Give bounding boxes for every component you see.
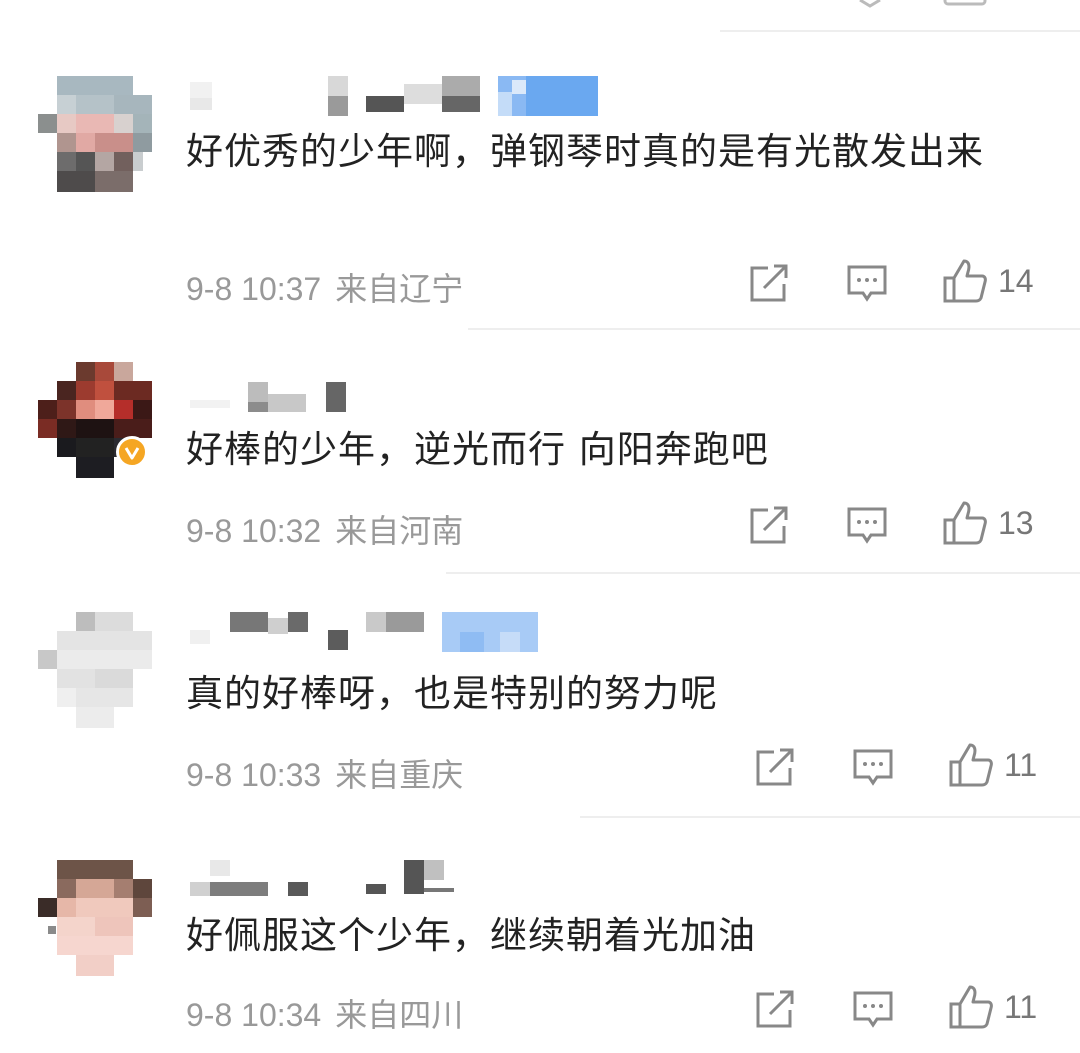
comment-item: 好棒的少年，逆光而行 向阳奔跑吧 9-8 10:32 来自河南 13	[0, 362, 1080, 572]
verified-badge-icon	[116, 436, 148, 468]
comment-icon	[847, 265, 887, 302]
comment-location: 来自河南	[335, 512, 464, 550]
share-icon	[756, 748, 794, 786]
comment-item: 真的好棒呀，也是特别的努力呢 9-8 10:33 来自重庆 11	[0, 612, 1080, 812]
like-count: 11	[1004, 988, 1038, 1025]
comment-meta: 9-8 10:37 来自辽宁	[186, 264, 463, 310]
username-blurred[interactable]	[190, 76, 610, 116]
comment-text: 好棒的少年，逆光而行 向阳奔跑吧	[186, 428, 769, 471]
reply-button[interactable]	[852, 990, 894, 1030]
reply-button[interactable]	[846, 506, 888, 546]
share-button[interactable]	[754, 990, 796, 1030]
share-button[interactable]	[754, 748, 796, 788]
comment-text: 真的好棒呀，也是特别的努力呢	[186, 672, 718, 715]
like-count: 13	[998, 504, 1034, 541]
comment-item: 好优秀的少年啊，弹钢琴时真的是有光散发出来 9-8 10:37 来自辽宁 14	[0, 76, 1080, 332]
comment-meta: 9-8 10:33 来自重庆	[186, 750, 463, 796]
thumbs-up-icon	[949, 743, 993, 787]
share-icon	[750, 264, 788, 302]
reply-button[interactable]	[852, 748, 894, 788]
comment-location: 来自四川	[335, 996, 464, 1034]
avatar[interactable]	[38, 76, 154, 192]
comment-text: 好优秀的少年啊，弹钢琴时真的是有光散发出来	[186, 130, 984, 173]
comment-item: 好佩服这个少年，继续朝着光加油 9-8 10:34 来自四川 11	[0, 860, 1080, 1053]
divider	[446, 572, 1080, 574]
comment-time: 9-8 10:34	[186, 997, 322, 1033]
like-button[interactable]: 11	[948, 742, 1037, 788]
username-blurred[interactable]	[190, 382, 390, 422]
share-button[interactable]	[748, 506, 790, 546]
comment-location: 来自辽宁	[335, 270, 464, 308]
comment-location: 来自重庆	[335, 756, 464, 794]
share-icon	[750, 506, 788, 544]
avatar[interactable]	[38, 860, 154, 976]
like-button[interactable]: 11	[948, 984, 1037, 1030]
like-button[interactable]: 13	[942, 500, 1034, 546]
comment-icon	[847, 507, 887, 544]
comment-icon	[853, 749, 893, 786]
like-count: 11	[1004, 746, 1038, 783]
username-blurred[interactable]	[190, 860, 470, 900]
divider	[580, 816, 1080, 818]
thumbs-up-icon	[943, 501, 987, 545]
avatar[interactable]	[38, 612, 154, 728]
share-button[interactable]	[748, 264, 790, 304]
cutoff-icons	[859, 0, 987, 8]
comment-meta: 9-8 10:32 来自河南	[186, 506, 463, 552]
username-blurred[interactable]	[190, 612, 550, 652]
thumbs-up-icon	[949, 985, 993, 1029]
like-count: 14	[998, 262, 1034, 299]
like-button[interactable]: 14	[942, 258, 1034, 304]
comment-time: 9-8 10:37	[186, 271, 322, 307]
comment-text: 好佩服这个少年，继续朝着光加油	[186, 914, 756, 957]
comment-icon	[853, 991, 893, 1028]
share-icon	[756, 990, 794, 1028]
reply-button[interactable]	[846, 264, 888, 304]
divider	[468, 328, 1080, 330]
comment-time: 9-8 10:33	[186, 757, 322, 793]
comment-time: 9-8 10:32	[186, 513, 322, 549]
divider-top	[720, 30, 1080, 32]
thumbs-up-icon	[943, 259, 987, 303]
comment-meta: 9-8 10:34 来自四川	[186, 990, 463, 1036]
